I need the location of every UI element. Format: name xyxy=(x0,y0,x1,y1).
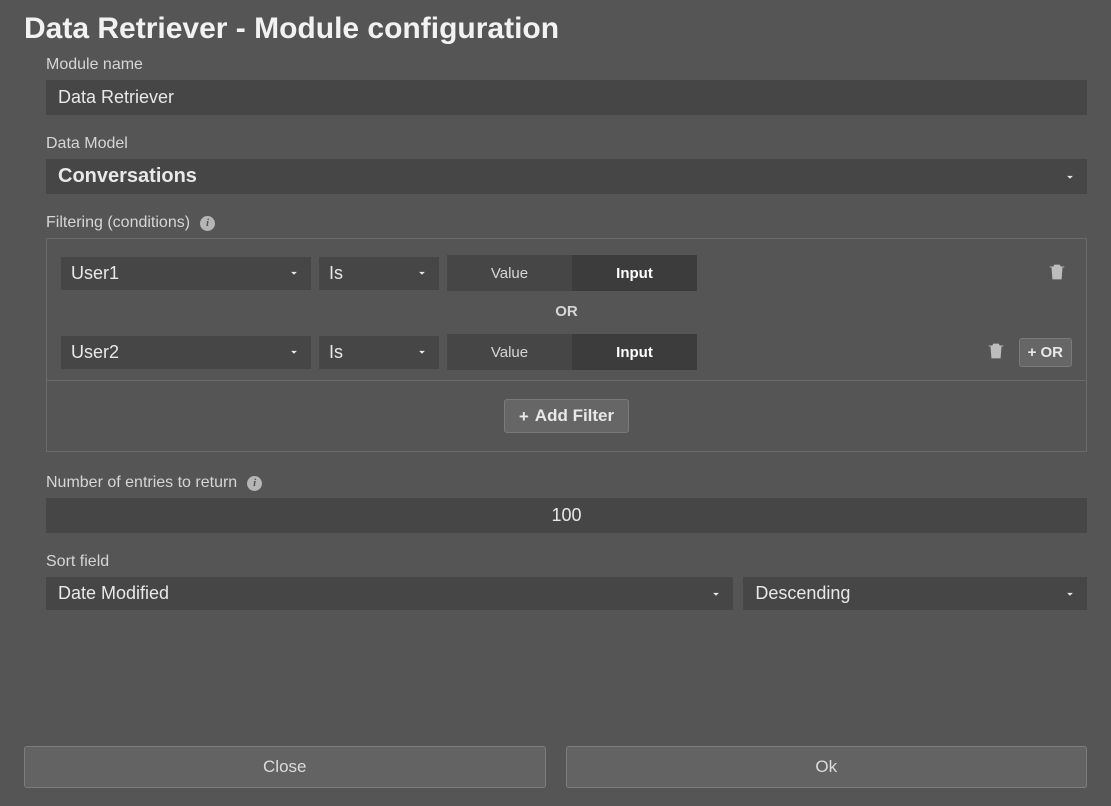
module-name-label: Module name xyxy=(46,56,1087,74)
module-config-dialog: Data Retriever - Module configuration Mo… xyxy=(0,0,1111,806)
add-filter-button[interactable]: + Add Filter xyxy=(504,399,629,433)
filter-row: User1 Is Value Input xyxy=(61,255,1072,291)
filter-operator-select[interactable]: Is xyxy=(319,257,439,290)
filter-field-value: User2 xyxy=(61,336,277,369)
filtering-label: Filtering (conditions) i xyxy=(46,214,1087,232)
filter-operator-value: Is xyxy=(319,336,405,369)
value-input-toggle: Value Input xyxy=(447,334,697,370)
filter-field-select[interactable]: User2 xyxy=(61,336,311,369)
value-input-toggle: Value Input xyxy=(447,255,697,291)
sort-field-value: Date Modified xyxy=(46,577,699,610)
filter-field-select[interactable]: User1 xyxy=(61,257,311,290)
chevron-down-icon xyxy=(1053,170,1087,184)
filter-operator-value: Is xyxy=(319,257,405,290)
trash-icon xyxy=(985,340,1007,365)
chevron-down-icon xyxy=(699,587,733,601)
toggle-input-button[interactable]: Input xyxy=(572,334,697,370)
sort-direction-select[interactable]: Descending xyxy=(743,577,1087,610)
filter-field-value: User1 xyxy=(61,257,277,290)
filter-group: User1 Is Value Input xyxy=(47,239,1086,381)
plus-icon: + xyxy=(519,408,529,425)
toggle-input-button[interactable]: Input xyxy=(572,255,697,291)
add-filter-label: Add Filter xyxy=(535,406,614,426)
sort-direction-value: Descending xyxy=(743,577,1053,610)
info-icon[interactable]: i xyxy=(247,476,262,491)
chevron-down-icon xyxy=(405,345,439,359)
chevron-down-icon xyxy=(1053,587,1087,601)
num-entries-label-text: Number of entries to return xyxy=(46,474,237,492)
sort-field-label: Sort field xyxy=(46,553,1087,571)
form-area: Module name Data Model Conversations Fil… xyxy=(24,56,1087,610)
or-divider: OR xyxy=(61,291,1072,334)
toggle-value-button[interactable]: Value xyxy=(447,255,572,291)
dialog-footer: Close Ok xyxy=(24,746,1087,788)
close-button[interactable]: Close xyxy=(24,746,546,788)
dialog-title: Data Retriever - Module configuration xyxy=(24,12,1087,46)
add-filter-wrap: + Add Filter xyxy=(47,381,1086,451)
sort-row: Date Modified Descending xyxy=(46,577,1087,610)
data-model-value: Conversations xyxy=(46,159,1053,194)
data-model-label: Data Model xyxy=(46,135,1087,153)
num-entries-label: Number of entries to return i xyxy=(46,474,1087,492)
sort-field-select[interactable]: Date Modified xyxy=(46,577,733,610)
filtering-label-text: Filtering (conditions) xyxy=(46,214,190,232)
ok-button[interactable]: Ok xyxy=(566,746,1088,788)
delete-filter-button[interactable] xyxy=(981,336,1011,369)
chevron-down-icon xyxy=(277,266,311,280)
chevron-down-icon xyxy=(277,345,311,359)
chevron-down-icon xyxy=(405,266,439,280)
filter-box: User1 Is Value Input xyxy=(46,238,1087,452)
add-or-button[interactable]: + OR xyxy=(1019,338,1072,367)
trash-icon xyxy=(1046,261,1068,286)
module-name-input[interactable] xyxy=(46,80,1087,115)
filter-row: User2 Is Value Input xyxy=(61,334,1072,370)
info-icon[interactable]: i xyxy=(200,216,215,231)
num-entries-input[interactable] xyxy=(46,498,1087,533)
filter-operator-select[interactable]: Is xyxy=(319,336,439,369)
toggle-value-button[interactable]: Value xyxy=(447,334,572,370)
delete-filter-button[interactable] xyxy=(1042,257,1072,290)
data-model-select[interactable]: Conversations xyxy=(46,159,1087,194)
